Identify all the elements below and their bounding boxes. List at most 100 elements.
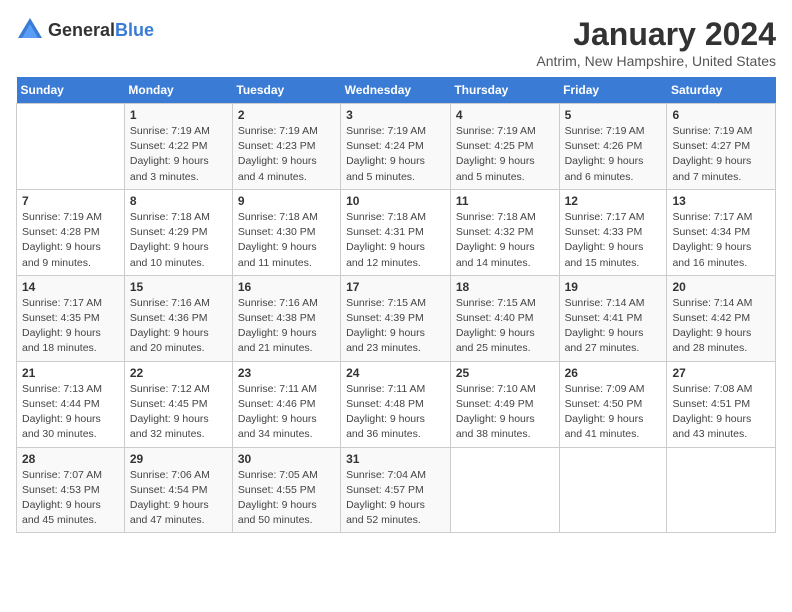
day-number: 31 [346, 452, 445, 466]
day-number: 15 [130, 280, 227, 294]
day-info: Sunrise: 7:09 AMSunset: 4:50 PMDaylight:… [565, 382, 662, 443]
day-number: 21 [22, 366, 119, 380]
day-number: 28 [22, 452, 119, 466]
calendar-day-cell: 5Sunrise: 7:19 AMSunset: 4:26 PMDaylight… [559, 104, 667, 190]
calendar-header-cell: Thursday [450, 77, 559, 104]
day-info: Sunrise: 7:19 AMSunset: 4:28 PMDaylight:… [22, 210, 119, 271]
day-number: 7 [22, 194, 119, 208]
calendar-day-cell: 16Sunrise: 7:16 AMSunset: 4:38 PMDayligh… [232, 275, 340, 361]
calendar-header-cell: Wednesday [341, 77, 451, 104]
day-number: 10 [346, 194, 445, 208]
day-number: 9 [238, 194, 335, 208]
day-number: 17 [346, 280, 445, 294]
calendar-day-cell: 29 Sunrise: 7:06 AMSunset: 4:54 PMDayligh… [124, 447, 232, 533]
calendar-day-cell: 2Sunrise: 7:19 AMSunset: 4:23 PMDaylight… [232, 104, 340, 190]
calendar-day-cell: 31 Sunrise: 7:04 AMSunset: 4:57 PMDayligh… [341, 447, 451, 533]
calendar-day-cell: 27 Sunrise: 7:08 AMSunset: 4:51 PMDayligh… [667, 361, 776, 447]
day-info: Sunrise: 7:13 AMSunset: 4:44 PMDaylight:… [22, 382, 119, 443]
day-info: Sunrise: 7:19 AMSunset: 4:25 PMDaylight:… [456, 124, 554, 185]
calendar-day-cell: 14Sunrise: 7:17 AMSunset: 4:35 PMDayligh… [17, 275, 125, 361]
day-info: Sunrise: 7:10 AMSunset: 4:49 PMDaylight:… [456, 382, 554, 443]
calendar-subtitle: Antrim, New Hampshire, United States [536, 53, 776, 69]
calendar-header-row: SundayMondayTuesdayWednesdayThursdayFrid… [17, 77, 776, 104]
calendar-day-cell [667, 447, 776, 533]
day-number: 18 [456, 280, 554, 294]
calendar-week-row: 21 Sunrise: 7:13 AMSunset: 4:44 PMDayligh… [17, 361, 776, 447]
day-number: 16 [238, 280, 335, 294]
day-number: 26 [565, 366, 662, 380]
calendar-day-cell: 4 Sunrise: 7:19 AMSunset: 4:25 PMDaylight… [450, 104, 559, 190]
day-number: 6 [672, 108, 770, 122]
day-info: Sunrise: 7:06 AMSunset: 4:54 PMDaylight:… [130, 468, 227, 529]
logo-blue: Blue [115, 20, 154, 40]
calendar-day-cell [17, 104, 125, 190]
calendar-day-cell: 10 Sunrise: 7:18 AMSunset: 4:31 PMDayligh… [341, 189, 451, 275]
page-header: GeneralBlue January 2024 Antrim, New Ham… [16, 16, 776, 69]
title-area: January 2024 Antrim, New Hampshire, Unit… [536, 16, 776, 69]
calendar-day-cell: 1 Sunrise: 7:19 AMSunset: 4:22 PMDaylight… [124, 104, 232, 190]
calendar-table: SundayMondayTuesdayWednesdayThursdayFrid… [16, 77, 776, 533]
calendar-header-cell: Friday [559, 77, 667, 104]
day-info: Sunrise: 7:15 AMSunset: 4:39 PMDaylight:… [346, 296, 445, 357]
calendar-header-cell: Monday [124, 77, 232, 104]
day-number: 20 [672, 280, 770, 294]
calendar-day-cell: 8Sunrise: 7:18 AMSunset: 4:29 PMDaylight… [124, 189, 232, 275]
calendar-day-cell: 30Sunrise: 7:05 AMSunset: 4:55 PMDayligh… [232, 447, 340, 533]
logo-icon [16, 16, 44, 44]
calendar-header-cell: Tuesday [232, 77, 340, 104]
calendar-week-row: 28 Sunrise: 7:07 AMSunset: 4:53 PMDayligh… [17, 447, 776, 533]
day-number: 1 [130, 108, 227, 122]
calendar-week-row: 14Sunrise: 7:17 AMSunset: 4:35 PMDayligh… [17, 275, 776, 361]
day-number: 12 [565, 194, 662, 208]
calendar-day-cell: 12Sunrise: 7:17 AMSunset: 4:33 PMDayligh… [559, 189, 667, 275]
day-info: Sunrise: 7:19 AMSunset: 4:24 PMDaylight:… [346, 124, 445, 185]
calendar-day-cell: 21 Sunrise: 7:13 AMSunset: 4:44 PMDayligh… [17, 361, 125, 447]
calendar-day-cell: 28 Sunrise: 7:07 AMSunset: 4:53 PMDayligh… [17, 447, 125, 533]
calendar-day-cell: 11 Sunrise: 7:18 AMSunset: 4:32 PMDayligh… [450, 189, 559, 275]
day-number: 27 [672, 366, 770, 380]
day-number: 2 [238, 108, 335, 122]
day-info: Sunrise: 7:16 AMSunset: 4:36 PMDaylight:… [130, 296, 227, 357]
day-number: 13 [672, 194, 770, 208]
day-info: Sunrise: 7:07 AMSunset: 4:53 PMDaylight:… [22, 468, 119, 529]
calendar-day-cell: 26 Sunrise: 7:09 AMSunset: 4:50 PMDayligh… [559, 361, 667, 447]
calendar-day-cell: 25 Sunrise: 7:10 AMSunset: 4:49 PMDayligh… [450, 361, 559, 447]
day-info: Sunrise: 7:15 AMSunset: 4:40 PMDaylight:… [456, 296, 554, 357]
logo-general: General [48, 20, 115, 40]
calendar-day-cell: 13 Sunrise: 7:17 AMSunset: 4:34 PMDayligh… [667, 189, 776, 275]
logo: GeneralBlue [16, 16, 154, 44]
calendar-week-row: 1 Sunrise: 7:19 AMSunset: 4:22 PMDaylight… [17, 104, 776, 190]
day-info: Sunrise: 7:11 AMSunset: 4:48 PMDaylight:… [346, 382, 445, 443]
day-number: 3 [346, 108, 445, 122]
calendar-body: 1 Sunrise: 7:19 AMSunset: 4:22 PMDaylight… [17, 104, 776, 533]
calendar-day-cell [559, 447, 667, 533]
calendar-day-cell: 19Sunrise: 7:14 AMSunset: 4:41 PMDayligh… [559, 275, 667, 361]
day-info: Sunrise: 7:11 AMSunset: 4:46 PMDaylight:… [238, 382, 335, 443]
logo-text: GeneralBlue [48, 20, 154, 41]
day-info: Sunrise: 7:18 AMSunset: 4:32 PMDaylight:… [456, 210, 554, 271]
day-info: Sunrise: 7:19 AMSunset: 4:27 PMDaylight:… [672, 124, 770, 185]
day-number: 29 [130, 452, 227, 466]
day-info: Sunrise: 7:19 AMSunset: 4:22 PMDaylight:… [130, 124, 227, 185]
calendar-day-cell: 22Sunrise: 7:12 AMSunset: 4:45 PMDayligh… [124, 361, 232, 447]
calendar-day-cell: 17 Sunrise: 7:15 AMSunset: 4:39 PMDayligh… [341, 275, 451, 361]
day-number: 14 [22, 280, 119, 294]
day-number: 19 [565, 280, 662, 294]
day-info: Sunrise: 7:17 AMSunset: 4:34 PMDaylight:… [672, 210, 770, 271]
calendar-day-cell: 3 Sunrise: 7:19 AMSunset: 4:24 PMDaylight… [341, 104, 451, 190]
day-info: Sunrise: 7:18 AMSunset: 4:29 PMDaylight:… [130, 210, 227, 271]
calendar-day-cell: 7 Sunrise: 7:19 AMSunset: 4:28 PMDaylight… [17, 189, 125, 275]
day-info: Sunrise: 7:08 AMSunset: 4:51 PMDaylight:… [672, 382, 770, 443]
calendar-week-row: 7 Sunrise: 7:19 AMSunset: 4:28 PMDaylight… [17, 189, 776, 275]
calendar-day-cell: 24Sunrise: 7:11 AMSunset: 4:48 PMDayligh… [341, 361, 451, 447]
day-number: 23 [238, 366, 335, 380]
calendar-day-cell: 20Sunrise: 7:14 AMSunset: 4:42 PMDayligh… [667, 275, 776, 361]
day-number: 4 [456, 108, 554, 122]
day-info: Sunrise: 7:04 AMSunset: 4:57 PMDaylight:… [346, 468, 445, 529]
day-info: Sunrise: 7:19 AMSunset: 4:26 PMDaylight:… [565, 124, 662, 185]
calendar-header-cell: Sunday [17, 77, 125, 104]
day-number: 25 [456, 366, 554, 380]
day-info: Sunrise: 7:18 AMSunset: 4:31 PMDaylight:… [346, 210, 445, 271]
day-number: 30 [238, 452, 335, 466]
day-number: 11 [456, 194, 554, 208]
